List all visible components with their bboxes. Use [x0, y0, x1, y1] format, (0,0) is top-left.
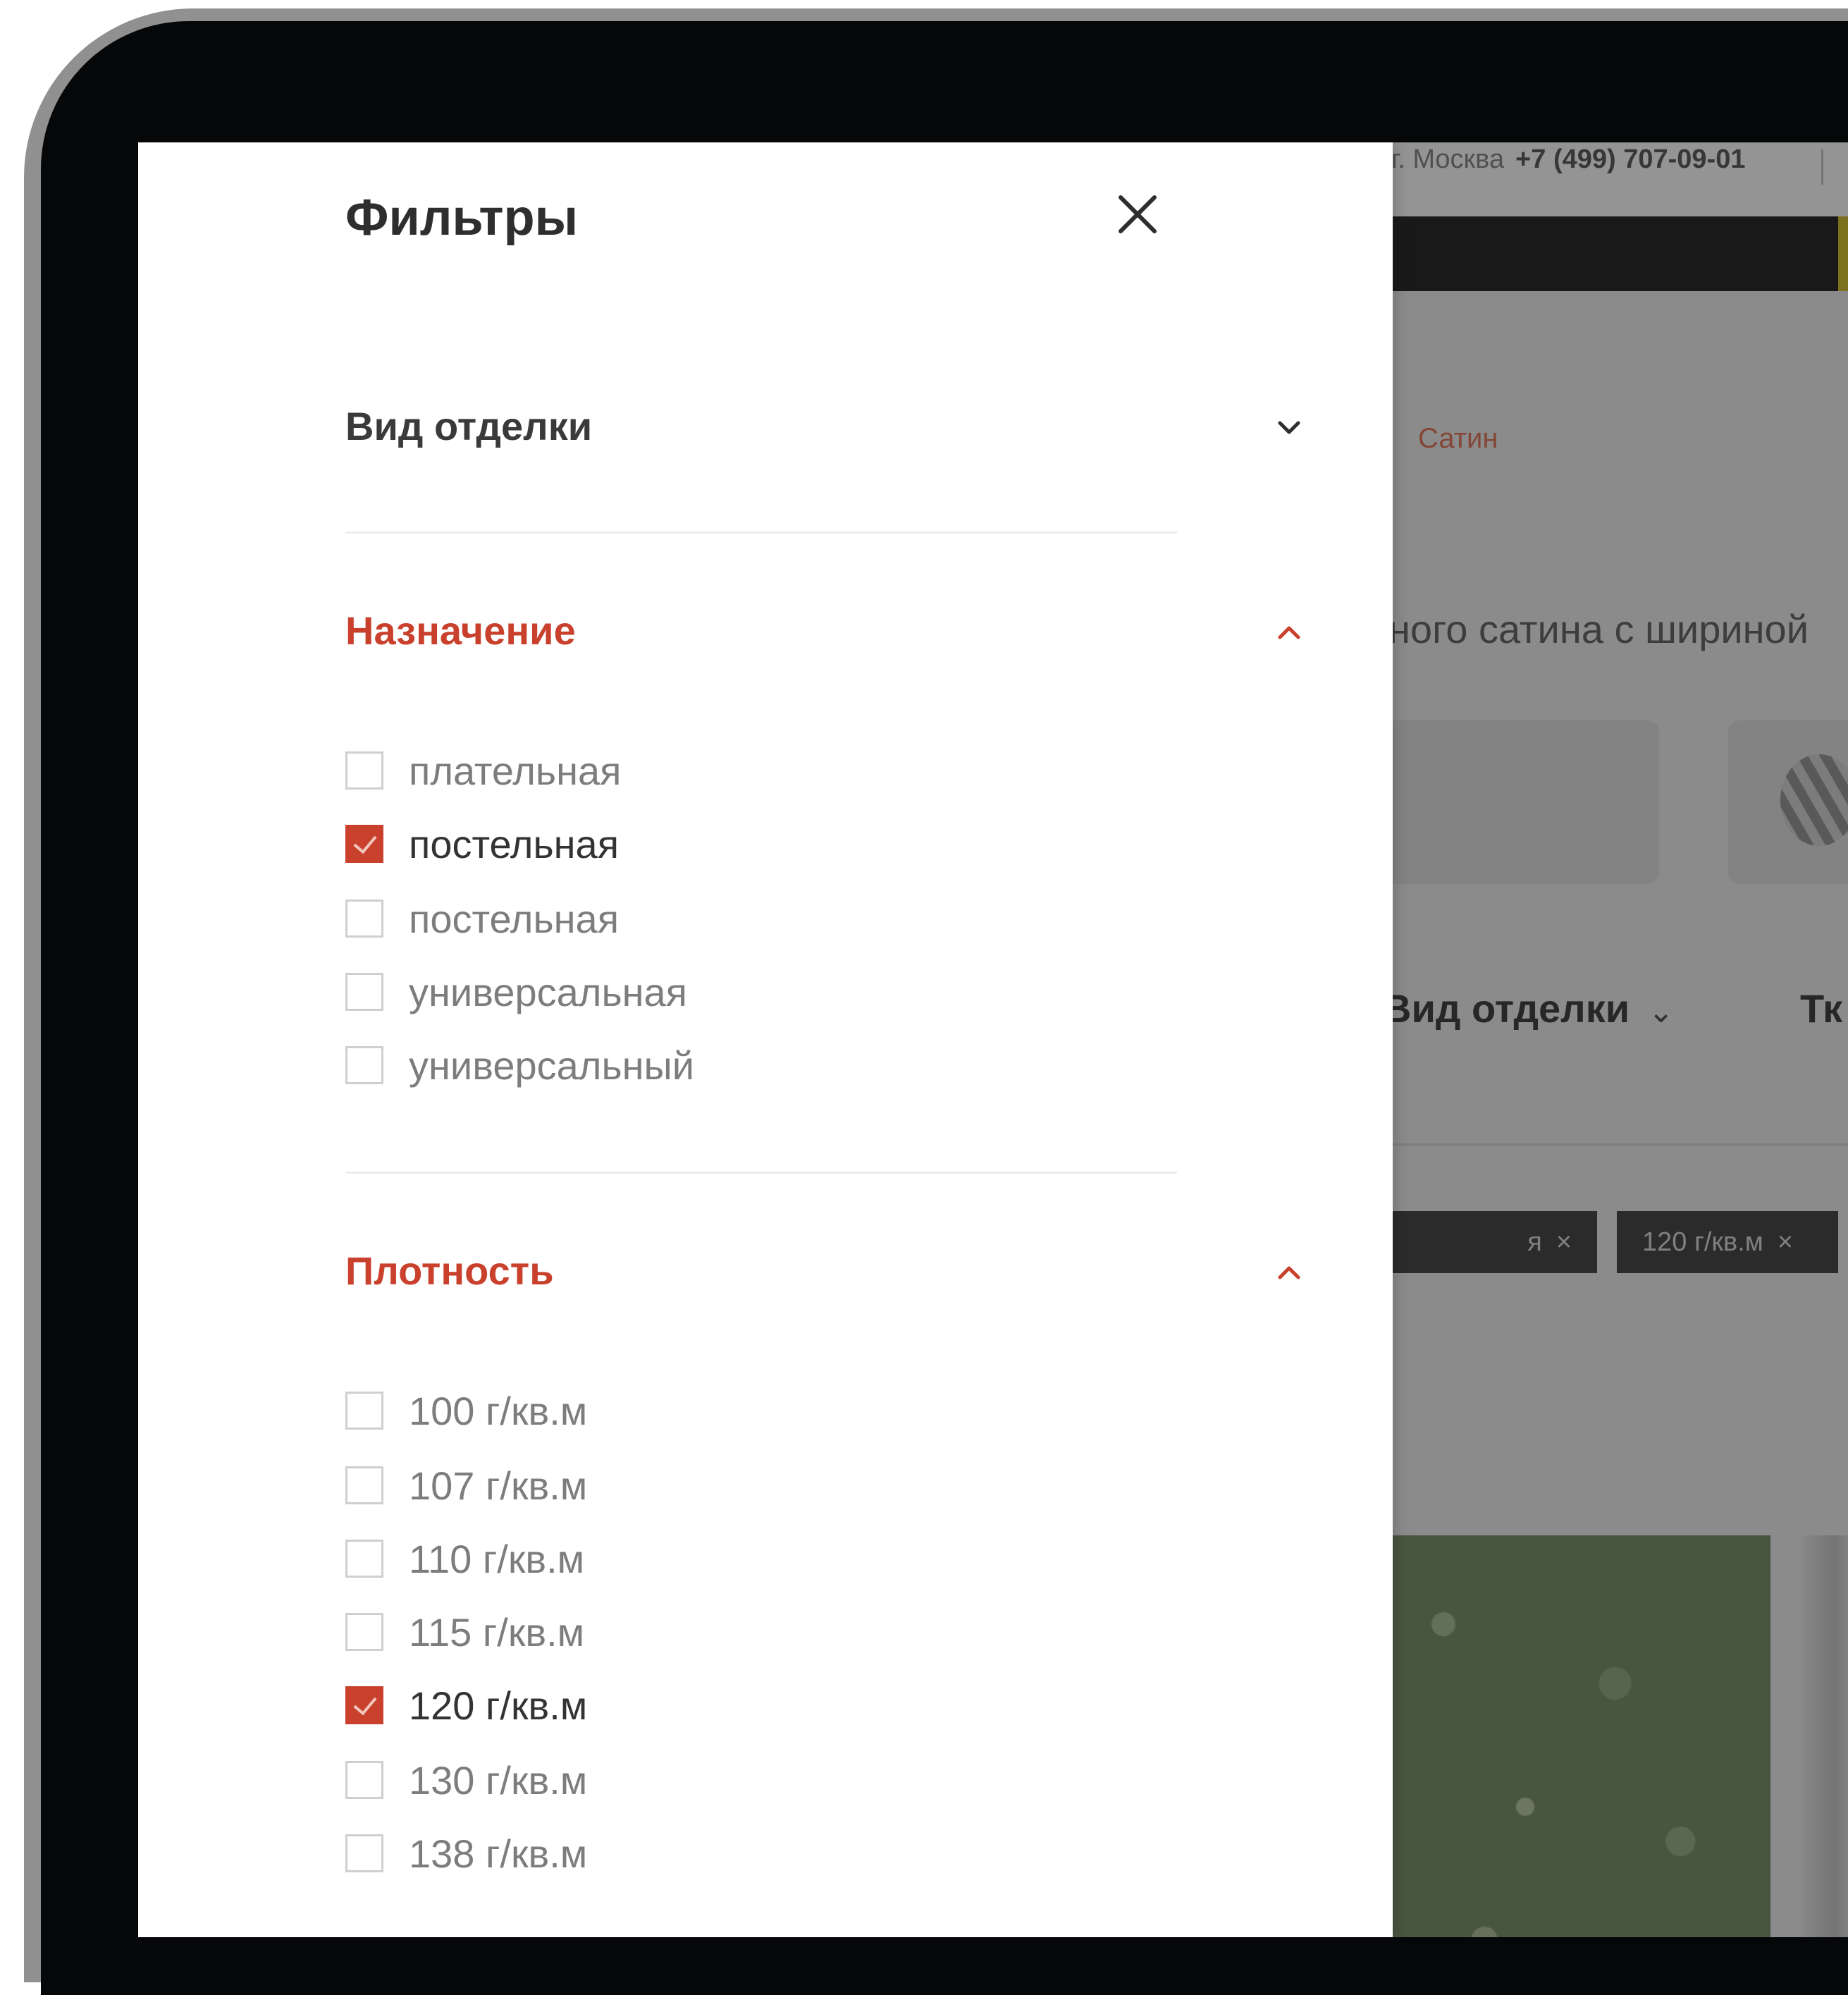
filter-option-label: плательная	[409, 749, 622, 793]
filter-option-label: 100 г/кв.м	[409, 1389, 588, 1433]
checkbox[interactable]	[345, 751, 383, 790]
filter-option-label: 107 г/кв.м	[409, 1463, 588, 1508]
filter-option-label: универсальная	[409, 970, 688, 1014]
filter-section-purpose-header[interactable]: Назначение	[345, 601, 1304, 664]
filters-title: Фильтры	[345, 190, 579, 246]
filter-option-label: 115 г/кв.м	[409, 1610, 585, 1655]
filter-section-finish-header[interactable]: Вид отделки	[345, 396, 1304, 460]
filter-option-label: 130 г/кв.м	[409, 1758, 588, 1803]
filter-option-label: универсальный	[409, 1043, 695, 1088]
chevron-down-icon	[1278, 421, 1300, 434]
checkbox[interactable]	[345, 973, 383, 1011]
filter-section-title: Вид отделки	[345, 404, 593, 448]
filter-option-label: 110 г/кв.м	[409, 1537, 585, 1581]
checkbox[interactable]	[345, 1540, 383, 1578]
checkbox[interactable]	[345, 900, 383, 938]
filter-option-label: 120 г/кв.м	[409, 1683, 588, 1728]
filter-section-title: Плотность	[345, 1248, 554, 1293]
checkbox-checked[interactable]	[345, 1686, 383, 1724]
checkbox[interactable]	[345, 1613, 383, 1651]
filter-section-density-header[interactable]: Плотность	[345, 1241, 1304, 1304]
checkbox[interactable]	[345, 1046, 383, 1084]
screen: г. Москва +7 (499) 707-09-01 Сатин ного с…	[138, 142, 1848, 1937]
filter-option-label: 138 г/кв.м	[409, 1831, 588, 1876]
close-button[interactable]	[1111, 188, 1164, 241]
chevron-up-icon	[1278, 1266, 1300, 1279]
section-divider	[345, 532, 1177, 534]
checkbox[interactable]	[345, 1392, 383, 1430]
filter-section-title: Назначение	[345, 608, 576, 653]
filters-drawer: Фильтры Вид отделки Назначение плательна…	[138, 142, 1393, 1937]
filter-option-label: постельная	[409, 822, 620, 866]
checkbox[interactable]	[345, 1761, 383, 1799]
checkbox[interactable]	[345, 1834, 383, 1872]
checkbox[interactable]	[345, 1466, 383, 1504]
checkbox-checked[interactable]	[345, 825, 383, 863]
close-icon	[1119, 195, 1157, 233]
chevron-up-icon	[1278, 626, 1300, 639]
filter-option-label: постельная	[409, 897, 620, 941]
section-divider	[345, 1172, 1177, 1174]
